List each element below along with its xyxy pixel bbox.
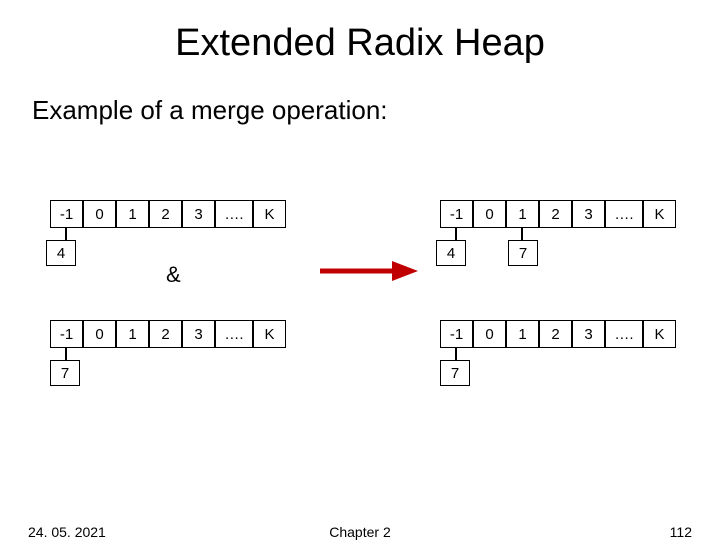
bucket-cell: 0 <box>473 320 506 348</box>
bucket-cell: …. <box>605 320 643 348</box>
bucket-cell: 0 <box>473 200 506 228</box>
node-connector <box>65 228 67 240</box>
bucket-cell: 1 <box>506 320 539 348</box>
bucket-cell: -1 <box>50 200 83 228</box>
bucket-cell: …. <box>215 200 253 228</box>
bucket-cell: 2 <box>539 320 572 348</box>
bucket-cell: K <box>643 320 676 348</box>
heap-node: 7 <box>50 360 80 386</box>
bucket-cell: 3 <box>572 200 605 228</box>
bucket-cell: 2 <box>149 320 182 348</box>
bucket-cell: -1 <box>50 320 83 348</box>
merge-diagram: -1 0 1 2 3 …. K 4 & -1 0 1 2 3 …. K 7 -1… <box>0 190 720 450</box>
bucket-cell: 1 <box>506 200 539 228</box>
bucket-cell: 3 <box>182 200 215 228</box>
bucket-cell: -1 <box>440 200 473 228</box>
node-connector <box>65 348 67 360</box>
heap-node: 4 <box>46 240 76 266</box>
node-connector <box>455 228 457 240</box>
bucket-cell: K <box>253 320 286 348</box>
node-connector <box>455 348 457 360</box>
bucket-cell: …. <box>215 320 253 348</box>
slide: Extended Radix Heap Example of a merge o… <box>0 0 720 540</box>
bucket-cell: 1 <box>116 200 149 228</box>
bucket-cell: K <box>253 200 286 228</box>
bucket-cell: …. <box>605 200 643 228</box>
heap-node: 7 <box>508 240 538 266</box>
bucket-cell: 1 <box>116 320 149 348</box>
bucket-cell: K <box>643 200 676 228</box>
heap-node: 4 <box>436 240 466 266</box>
bucket-cell: 3 <box>182 320 215 348</box>
subtitle: Example of a merge operation: <box>0 65 720 126</box>
node-connector <box>521 228 523 240</box>
ampersand: & <box>166 262 181 288</box>
heap-node: 7 <box>440 360 470 386</box>
page-title: Extended Radix Heap <box>0 0 720 65</box>
bucket-cell: 2 <box>539 200 572 228</box>
arrow-right-icon <box>320 256 420 286</box>
footer-page: 112 <box>670 524 692 540</box>
bucket-cell: 0 <box>83 200 116 228</box>
bucket-cell: 2 <box>149 200 182 228</box>
bucket-cell: 3 <box>572 320 605 348</box>
bucket-cell: -1 <box>440 320 473 348</box>
footer-chapter: Chapter 2 <box>0 524 720 540</box>
bucket-cell: 0 <box>83 320 116 348</box>
